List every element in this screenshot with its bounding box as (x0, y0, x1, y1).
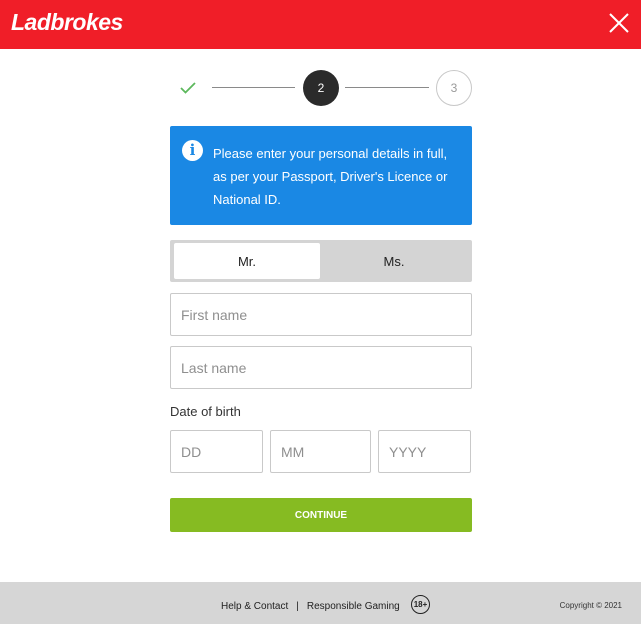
brand-logo: Ladbrokes (11, 9, 123, 35)
title-option-mr[interactable]: Mr. (174, 243, 320, 279)
progress-stepper: 2 3 (170, 70, 472, 106)
footer-links: Help & Contact | Responsible Gaming (221, 601, 400, 612)
age-restriction-badge: 18+ (411, 595, 430, 614)
dob-label: Date of birth (170, 404, 241, 419)
continue-button[interactable]: CONTINUE (170, 498, 472, 532)
footer-separator: | (296, 601, 299, 612)
info-banner: i Please enter your personal details in … (170, 126, 472, 225)
header-bar: Ladbrokes (0, 0, 641, 49)
title-option-ms[interactable]: Ms. (321, 243, 467, 279)
step-2-indicator: 2 (303, 70, 339, 106)
dob-day-input[interactable] (170, 430, 263, 473)
copyright-text: Copyright © 2021 (559, 601, 622, 610)
close-icon[interactable] (607, 11, 631, 35)
dob-year-input[interactable] (378, 430, 471, 473)
info-icon: i (182, 140, 203, 161)
last-name-input[interactable] (170, 346, 472, 389)
step-connector (345, 87, 429, 88)
step-connector (212, 87, 295, 88)
info-message: Please enter your personal details in fu… (213, 146, 448, 207)
title-toggle: Mr. Ms. (170, 240, 472, 282)
footer: Help & Contact | Responsible Gaming 18+ … (0, 582, 641, 624)
help-contact-link[interactable]: Help & Contact (221, 601, 288, 612)
dob-month-input[interactable] (270, 430, 371, 473)
step-3-indicator: 3 (436, 70, 472, 106)
check-icon (170, 70, 206, 106)
registration-page: Ladbrokes 2 3 i Please enter your person… (0, 0, 641, 624)
first-name-input[interactable] (170, 293, 472, 336)
responsible-gaming-link[interactable]: Responsible Gaming (307, 601, 400, 612)
